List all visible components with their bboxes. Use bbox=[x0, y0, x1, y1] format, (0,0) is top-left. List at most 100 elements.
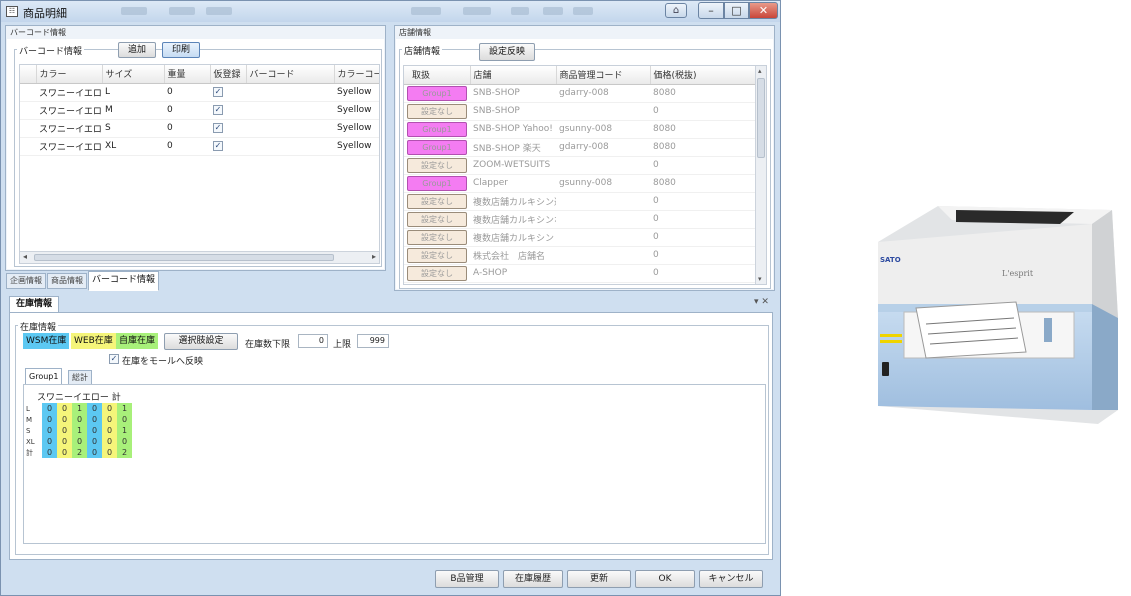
handling-tag[interactable]: Group1 bbox=[407, 139, 467, 155]
cell-code bbox=[556, 192, 650, 211]
pin-dropdown-icon[interactable]: ▾ ✕ bbox=[754, 297, 769, 307]
scroll-up-icon[interactable]: ▴ bbox=[758, 67, 762, 75]
cell-own: 1 bbox=[72, 425, 87, 436]
cell-barcode bbox=[246, 83, 334, 102]
print-button[interactable]: 印刷 bbox=[162, 42, 200, 58]
row-label: S bbox=[26, 425, 42, 436]
horizontal-scrollbar[interactable]: ◂ ▸ bbox=[20, 251, 379, 263]
table-row[interactable]: スワニーイエロ S 0 ✓ Syellow bbox=[20, 119, 379, 138]
close-button[interactable]: ✕ bbox=[749, 2, 778, 19]
cell-price: 8080 bbox=[650, 138, 756, 157]
provisional-checkbox[interactable]: ✓ bbox=[213, 123, 223, 133]
apply-settings-button[interactable]: 設定反映 bbox=[479, 43, 535, 61]
table-row[interactable]: スワニーイエロ XL 0 ✓ Syellow bbox=[20, 137, 379, 156]
col-product-code[interactable]: 商品管理コード bbox=[556, 66, 651, 85]
ok-button[interactable]: OK bbox=[635, 570, 695, 588]
cell-size: S bbox=[102, 119, 164, 138]
cell-color-code: Syellow bbox=[334, 101, 379, 120]
col-size[interactable]: サイズ bbox=[102, 65, 165, 84]
maximize-button[interactable]: □ bbox=[724, 2, 749, 19]
cell-wsm: 0 bbox=[87, 403, 102, 414]
col-shop[interactable]: 店舗 bbox=[470, 66, 557, 85]
provisional-checkbox[interactable]: ✓ bbox=[213, 141, 223, 151]
cell-color: スワニーイエロ bbox=[36, 101, 102, 120]
cell-shop: ZOOM-WETSUITS bbox=[470, 156, 556, 175]
table-row[interactable]: Group1 SNB-SHOP gdarry-008 8080 bbox=[404, 84, 756, 103]
b-grade-button[interactable]: B品管理 bbox=[435, 570, 499, 588]
cell-shop: SNB-SHOP bbox=[470, 102, 556, 121]
scroll-down-icon[interactable]: ▾ bbox=[758, 275, 762, 283]
handling-tag[interactable]: 設定なし bbox=[407, 103, 467, 119]
add-button[interactable]: 追加 bbox=[118, 42, 156, 58]
cell-wsm: 0 bbox=[87, 436, 102, 447]
col-barcode[interactable]: バーコード bbox=[246, 65, 335, 84]
table-row[interactable]: 設定なし 複数店舗カルキシン適 0 bbox=[404, 192, 756, 211]
cell-price: 0 bbox=[650, 156, 756, 175]
col-weight[interactable]: 重量 bbox=[164, 65, 211, 84]
handling-tag[interactable]: 設定なし bbox=[407, 211, 467, 227]
table-row[interactable]: 設定なし A-SHOP 0 bbox=[404, 264, 756, 283]
table-row[interactable]: 設定なし SNB-SHOP 0 bbox=[404, 102, 756, 121]
update-button[interactable]: 更新 bbox=[567, 570, 631, 588]
cell-price: 0 bbox=[650, 228, 756, 247]
cell-web: 0 bbox=[102, 425, 117, 436]
minimize-button[interactable]: – bbox=[698, 2, 724, 19]
tab-stock[interactable]: 在庫情報 bbox=[9, 296, 60, 313]
table-row[interactable]: スワニーイエロ M 0 ✓ Syellow bbox=[20, 101, 379, 120]
row-header bbox=[20, 137, 36, 156]
tab-product[interactable]: 商品情報 bbox=[47, 273, 87, 289]
reflect-checkbox[interactable]: ✓ bbox=[109, 354, 119, 364]
blurred-text bbox=[411, 7, 441, 15]
provisional-checkbox[interactable]: ✓ bbox=[213, 105, 223, 115]
handling-tag[interactable]: Group1 bbox=[407, 121, 467, 137]
table-row[interactable]: 設定なし 複数店舗カルキシン 0 bbox=[404, 228, 756, 247]
col-color[interactable]: カラー bbox=[36, 65, 103, 84]
handling-tag[interactable]: 設定なし bbox=[407, 157, 467, 173]
handling-tag[interactable]: Group1 bbox=[407, 175, 467, 191]
handling-tag[interactable]: 設定なし bbox=[407, 193, 467, 209]
table-row[interactable]: Group1 SNB-SHOP 楽天 gdarry-008 8080 bbox=[404, 138, 756, 157]
tab-planning[interactable]: 企画情報 bbox=[6, 273, 46, 289]
cell-web: 0 bbox=[57, 436, 72, 447]
subtab-group1[interactable]: Group1 bbox=[25, 368, 63, 385]
cell-price: 0 bbox=[650, 102, 756, 121]
col-color-code[interactable]: カラーコー bbox=[334, 65, 379, 84]
tab-barcode[interactable]: バーコード情報 bbox=[88, 271, 160, 291]
col-price[interactable]: 価格(税抜) bbox=[650, 66, 757, 85]
handling-tag[interactable]: 設定なし bbox=[407, 265, 467, 281]
scroll-thumb[interactable] bbox=[34, 254, 334, 261]
cell-color: スワニーイエロ bbox=[36, 119, 102, 138]
blurred-text bbox=[543, 7, 563, 15]
matrix-row: S001001 bbox=[26, 425, 132, 436]
scroll-right-icon[interactable]: ▸ bbox=[372, 252, 376, 261]
cancel-button[interactable]: キャンセル bbox=[699, 570, 763, 588]
row-header bbox=[20, 119, 36, 138]
scroll-thumb[interactable] bbox=[757, 78, 765, 158]
table-row[interactable]: 設定なし ZOOM-WETSUITS 0 bbox=[404, 156, 756, 175]
table-row[interactable]: Group1 SNB-SHOP Yahoo! gsunny-008 8080 bbox=[404, 120, 756, 139]
provisional-checkbox[interactable]: ✓ bbox=[213, 87, 223, 97]
special-button[interactable]: ⌂ bbox=[665, 3, 687, 18]
handling-tag[interactable]: Group1 bbox=[407, 85, 467, 101]
scroll-left-icon[interactable]: ◂ bbox=[23, 252, 27, 261]
col-handling[interactable]: 取扱 bbox=[404, 66, 471, 85]
min-stock-input[interactable]: 0 bbox=[298, 334, 328, 348]
handling-tag[interactable]: 設定なし bbox=[407, 229, 467, 245]
cell-code bbox=[556, 246, 650, 265]
cell-shop: SNB-SHOP Yahoo! bbox=[470, 120, 556, 139]
col-provisional[interactable]: 仮登録 bbox=[210, 65, 247, 84]
handling-tag[interactable]: 設定なし bbox=[407, 247, 467, 263]
cell-own: 0 bbox=[117, 436, 132, 447]
barcode-group-label: バーコード情報 bbox=[17, 44, 85, 57]
vertical-scrollbar[interactable]: ▴ ▾ bbox=[755, 66, 766, 284]
table-row[interactable]: Group1 Clapper gsunny-008 8080 bbox=[404, 174, 756, 193]
max-stock-input[interactable]: 999 bbox=[357, 334, 389, 348]
option-settings-button[interactable]: 選択肢設定 bbox=[164, 333, 238, 350]
subtab-total[interactable]: 総計 bbox=[68, 370, 92, 385]
table-row[interactable]: 設定なし 複数店舗カルキシンな 0 bbox=[404, 210, 756, 229]
cell-code bbox=[556, 264, 650, 283]
cell-web: 0 bbox=[57, 414, 72, 425]
stock-history-button[interactable]: 在庫履歴 bbox=[503, 570, 563, 588]
table-row[interactable]: スワニーイエロ L 0 ✓ Syellow bbox=[20, 83, 379, 102]
table-row[interactable]: 設定なし 株式会社 店舗名 0 bbox=[404, 246, 756, 265]
